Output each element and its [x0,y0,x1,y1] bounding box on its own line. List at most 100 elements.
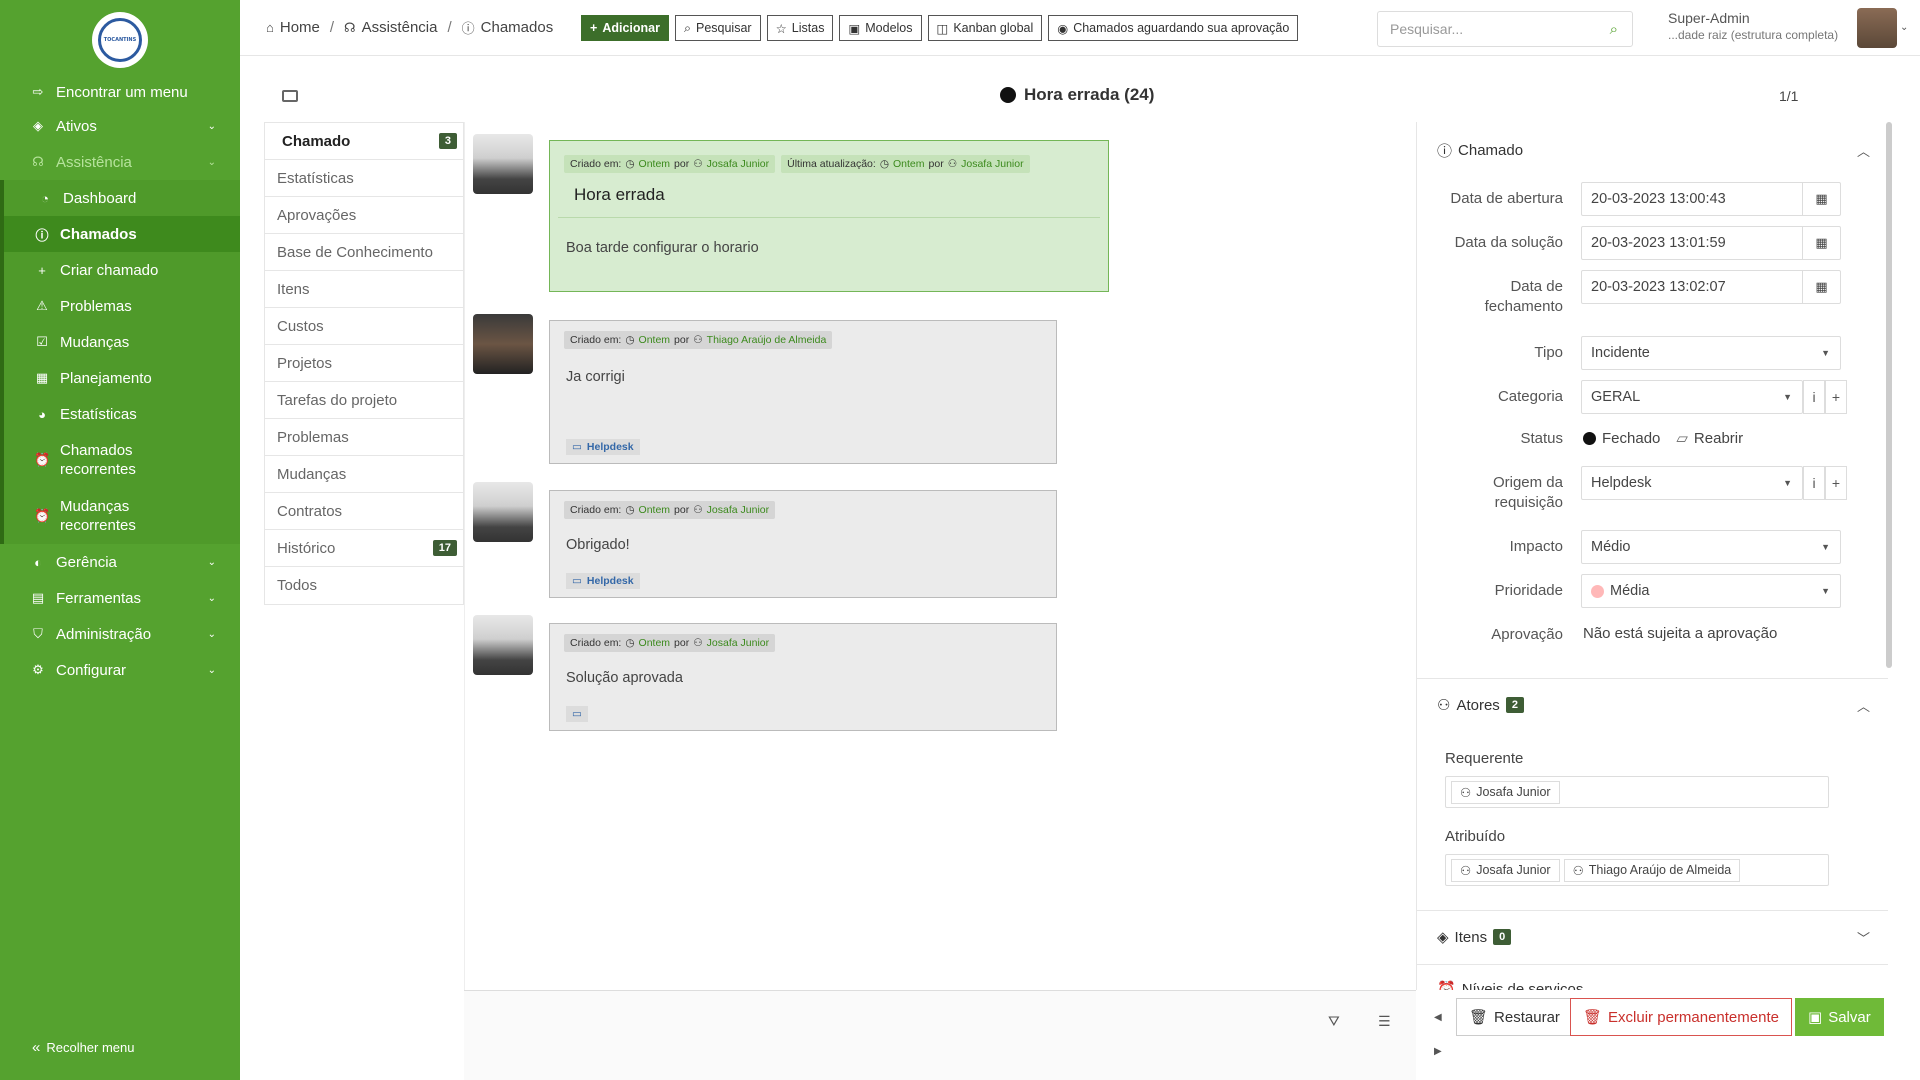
plus-icon[interactable]: + [1825,380,1847,414]
actor-pill[interactable]: ⚇ Josafa Junior [1451,780,1560,804]
actors-section-header[interactable]: ⚇ Atores 2 ︿ [1437,696,1877,715]
followup-bubble[interactable]: Criado em: ◷ Ontem por ⚇ Josafa Junior Obriga… [549,490,1057,598]
ticket-description[interactable]: Criado em: ◷ Ontem por ⚇ Josafa Junior Última… [549,140,1109,292]
priority-select[interactable]: Média ▼ [1581,574,1841,608]
tab-approvals[interactable]: Aprovações [265,197,463,234]
sidebar-item-administration[interactable]: ⛉ Administração ⌄ [0,616,240,652]
list-icon[interactable] [282,90,298,102]
info-icon[interactable]: i [1803,466,1825,500]
sidebar-item-statistics[interactable]: ◕ Estatísticas [4,396,240,432]
lists-button[interactable]: ☆ Listas [766,15,834,41]
sidebar-item-planning[interactable]: ▦ Planejamento [4,360,240,396]
solution-bubble[interactable]: Criado em: ◷ Ontem por ⚇ Josafa Junior Soluçã… [549,623,1057,731]
sidebar-item-assets[interactable]: ◈ Ativos ⌄ [0,108,240,144]
breadcrumb-tickets[interactable]: Chamados [481,19,554,36]
category-select[interactable]: GERAL ▼ [1581,380,1803,414]
add-button[interactable]: + Adicionar [581,15,669,41]
closing-date-input[interactable]: 20-03-2023 13:02:07 ▦ [1581,270,1841,304]
sla-section-header[interactable]: ⏰ Níveis de serviços [1437,980,1877,991]
save-button[interactable]: ▣ Salvar [1795,998,1884,1036]
main-menu: ⇨ Encontrar um menu ◈ Ativos ⌄ ☊ Assistê… [0,76,240,688]
awaiting-approval-button[interactable]: ◉ Chamados aguardando sua aprovação [1048,15,1299,41]
tab-all[interactable]: Todos [265,567,463,604]
alarm-icon: ⏰ [34,452,51,467]
type-select[interactable]: Incidente ▼ [1581,336,1841,370]
tab-ticket[interactable]: Chamado 3 [265,123,463,160]
sidebar-item-label: Encontrar um menu [56,83,188,101]
actor-pill[interactable]: ⚇ Josafa Junior [1451,858,1560,882]
breadcrumb-assistance[interactable]: Assistência [362,19,438,36]
sidebar-item-recurrent-changes[interactable]: ⏰ Mudanças recorrentes [4,488,240,544]
sidebar-item-problems[interactable]: ⚠ Problemas [4,288,240,324]
global-search-input[interactable]: Pesquisar... ⌕ [1377,11,1633,47]
templates-button[interactable]: ▣ Modelos [839,15,922,41]
impact-select[interactable]: Médio ▼ [1581,530,1841,564]
tab-items[interactable]: Itens [265,271,463,308]
approval-value: Não está sujeita a aprovação [1583,625,1778,642]
tab-projects[interactable]: Projetos [265,345,463,382]
filter-icon[interactable]: ⛛ [1328,1013,1340,1030]
details-scrollbar[interactable] [1886,122,1892,668]
info-icon[interactable]: i [1803,380,1825,414]
sidebar-item-create-ticket[interactable]: + Criar chamado [4,252,240,288]
tab-changes[interactable]: Mudanças [265,456,463,493]
ticket-title-row: Hora errada (24) 1/1 [240,56,1920,122]
followup-bubble[interactable]: Criado em: ◷ Ontem por ⚇ Thiago Araújo de Alm… [549,320,1057,464]
sidebar-item-tools[interactable]: ▤ Ferramentas ⌄ [0,580,240,616]
sidebar-item-tickets[interactable]: ⓘ Chamados [4,216,240,252]
caret-left-icon[interactable]: ◀ [1434,1012,1442,1023]
author-name[interactable]: Thiago Araújo de Almeida [707,334,827,346]
chevron-up-icon[interactable]: ︿ [1857,141,1870,160]
search-button[interactable]: ⌕ Pesquisar [674,15,761,41]
tab-label: Estatísticas [277,169,354,187]
sidebar-item-management[interactable]: ◐ Gerência ⌄ [0,544,240,580]
ticket-section-header[interactable]: ⓘ Chamado ︿ [1437,140,1877,161]
sidebar-item-find-menu[interactable]: ⇨ Encontrar um menu [0,76,240,108]
calendar-icon[interactable]: ▦ [1802,183,1840,215]
opening-date-input[interactable]: 20-03-2023 13:00:43 ▦ [1581,182,1841,216]
tab-history[interactable]: Histórico 17 [265,530,463,567]
chevron-down-icon[interactable]: ⌄ [1900,22,1908,33]
list-check-icon[interactable]: ☰ [1378,1013,1391,1030]
sidebar-item-changes[interactable]: ☑ Mudanças [4,324,240,360]
chevron-up-icon[interactable]: ︿ [1857,696,1870,715]
tab-label: Itens [277,280,310,298]
tab-statistics[interactable]: Estatísticas [265,160,463,197]
global-kanban-button[interactable]: ◫ Kanban global [927,15,1043,41]
items-section-header[interactable]: ◈ Itens 0 ﹀ [1437,928,1877,947]
tab-problems[interactable]: Problemas [265,419,463,456]
author-name[interactable]: Josafa Junior [707,158,769,170]
created-info: Criado em: ◷ Ontem por ⚇ Josafa Junior [564,155,776,173]
updater-name[interactable]: Josafa Junior [961,158,1023,170]
caret-right-icon[interactable]: ▶ [1434,1046,1442,1057]
sidebar-item-assistance[interactable]: ☊ Assistência ⌄ [0,144,240,180]
actor-pill[interactable]: ⚇ Thiago Araújo de Almeida [1563,858,1741,882]
chevron-down-icon[interactable]: ﹀ [1857,928,1870,947]
assigned-field[interactable]: ⚇ Josafa Junior ⚇ Thiago Araújo de Almeida [1445,854,1829,886]
tab-project-tasks[interactable]: Tarefas do projeto [265,382,463,419]
author-name[interactable]: Josafa Junior [707,504,769,516]
restore-button[interactable]: 🗑 Restaurar [1456,998,1573,1036]
organization-logo[interactable]: TOCANTINS [92,12,148,68]
caret-down-icon: ▼ [1783,478,1792,488]
calendar-icon[interactable]: ▦ [1802,227,1840,259]
reopen-button[interactable]: Reabrir [1694,430,1743,447]
user-avatar[interactable] [1857,8,1897,48]
requester-field[interactable]: ⚇ Josafa Junior [1445,776,1829,808]
breadcrumb-home[interactable]: Home [280,19,320,36]
calendar-icon[interactable]: ▦ [1802,271,1840,303]
search-icon[interactable]: ⌕ [1610,21,1618,38]
tab-contracts[interactable]: Contratos [265,493,463,530]
tab-knowledge-base[interactable]: Base de Conhecimento [265,234,463,271]
tab-costs[interactable]: Custos [265,308,463,345]
author-name[interactable]: Josafa Junior [707,637,769,649]
request-source-select[interactable]: Helpdesk ▼ [1581,466,1803,500]
delete-permanently-button[interactable]: 🗑 Excluir permanentemente [1570,998,1792,1036]
sidebar-item-dashboard[interactable]: ◔ Dashboard [4,180,240,216]
sidebar-item-setup[interactable]: ⚙ Configurar ⌄ [0,652,240,688]
sidebar-item-recurrent-tickets[interactable]: ⏰ Chamados recorrentes [4,432,240,488]
user-menu[interactable]: Super-Admin ...dade raiz (estrutura comp… [1668,10,1838,42]
plus-icon[interactable]: + [1825,466,1847,500]
solution-date-input[interactable]: 20-03-2023 13:01:59 ▦ [1581,226,1841,260]
collapse-menu-button[interactable]: « Recolher menu [32,1039,135,1056]
